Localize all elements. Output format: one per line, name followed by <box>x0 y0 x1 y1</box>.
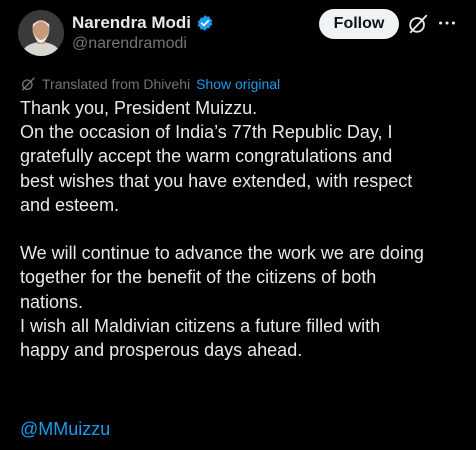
avatar-image <box>18 10 64 56</box>
verified-badge-icon[interactable] <box>196 14 214 32</box>
translation-notice: Translated from Dhivehi Show original <box>20 75 280 93</box>
grok-translate-icon <box>20 76 36 92</box>
mention-link[interactable]: @MMuizzu <box>20 419 110 440</box>
post-line: and esteem. <box>20 194 120 215</box>
post-line: I wish all Maldivian citizens a future f… <box>20 315 381 336</box>
author-handle[interactable]: @narendramodi <box>72 35 187 53</box>
post-line: together for the benefit of the citizens… <box>20 267 377 288</box>
post-line: We will continue to advance the work we … <box>20 243 424 264</box>
post-line: On the occasion of India’s 77th Republic… <box>20 122 393 143</box>
post-line: nations. <box>20 291 84 312</box>
post-line: Thank you, President Muizzu. <box>20 98 258 118</box>
post-line: gratefully accept the warm congratulatio… <box>20 146 393 167</box>
post-text: Thank you, President Muizzu. On the occa… <box>20 96 466 362</box>
follow-button[interactable]: Follow <box>319 9 399 39</box>
show-original-link[interactable]: Show original <box>196 76 280 92</box>
post-line: happy and prosperous days ahead. <box>20 340 303 361</box>
author-name-row: Narendra Modi <box>72 12 214 34</box>
translated-label: Translated from Dhivehi <box>42 76 191 92</box>
avatar[interactable] <box>18 10 64 56</box>
post-card: Narendra Modi @narendramodi Follow Trans… <box>0 0 476 450</box>
grok-icon[interactable] <box>407 13 429 35</box>
post-line: best wishes that you have extended, with… <box>20 170 413 191</box>
paragraph-break <box>20 217 466 241</box>
author-name[interactable]: Narendra Modi <box>72 13 191 33</box>
more-options-icon[interactable] <box>436 12 458 34</box>
